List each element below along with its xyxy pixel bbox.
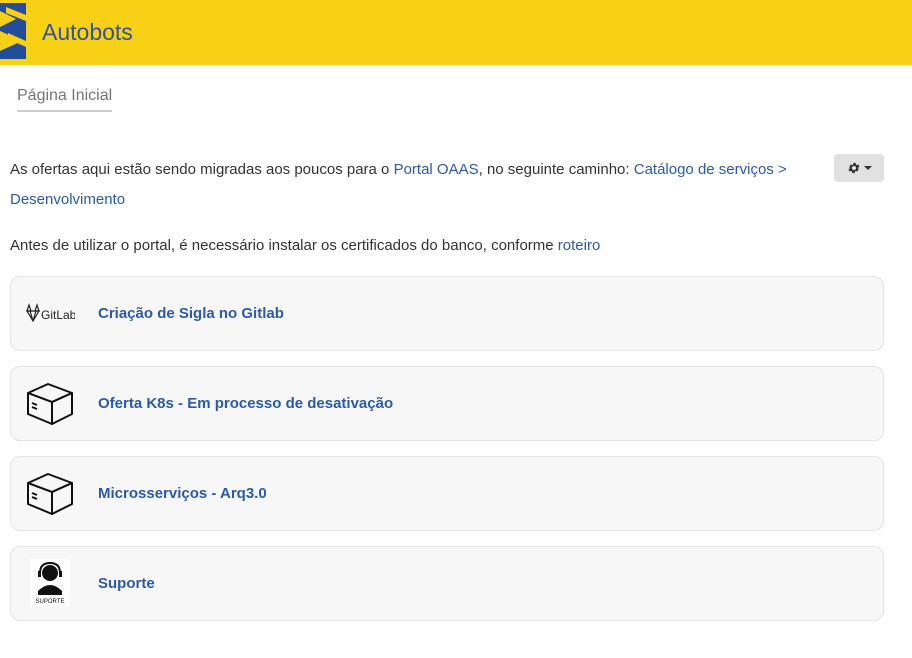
intro-text: As ofertas aqui estão sendo migradas aos… bbox=[10, 155, 810, 215]
offer-card-k8s[interactable]: Oferta K8s - Em processo de desativação bbox=[10, 366, 884, 441]
box-icon bbox=[25, 382, 75, 426]
offer-card-gitlab[interactable]: GitLab Criação de Sigla no Gitlab bbox=[10, 276, 884, 351]
certificate-notice-text: Antes de utilizar o portal, é necessário… bbox=[10, 237, 558, 254]
top-bar: Autobots bbox=[0, 0, 912, 65]
gitlab-logo-icon: GitLab bbox=[25, 292, 75, 336]
settings-dropdown-button[interactable] bbox=[834, 154, 884, 182]
box-icon bbox=[25, 472, 75, 516]
offer-title-suporte[interactable]: Suporte bbox=[98, 575, 155, 593]
offer-card-suporte[interactable]: SUPORTE Suporte bbox=[10, 546, 884, 621]
gitlab-logo-text: GitLab bbox=[41, 308, 75, 322]
gear-icon bbox=[847, 162, 860, 174]
roteiro-link[interactable]: roteiro bbox=[558, 237, 601, 254]
app-title[interactable]: Autobots bbox=[42, 19, 133, 46]
offer-card-microsservicos[interactable]: Microsserviços - Arq3.0 bbox=[10, 456, 884, 531]
portal-oaas-link[interactable]: Portal OAAS bbox=[394, 161, 479, 178]
offer-title-k8s[interactable]: Oferta K8s - Em processo de desativação bbox=[98, 395, 393, 413]
certificate-notice: Antes de utilizar o portal, é necessário… bbox=[10, 231, 830, 261]
support-agent-icon: SUPORTE bbox=[25, 559, 75, 607]
chevron-down-icon bbox=[863, 166, 872, 170]
banco-logo-icon[interactable] bbox=[0, 3, 26, 59]
intro-text-middle: , no seguinte caminho: bbox=[478, 161, 634, 178]
breadcrumb-home[interactable]: Página Inicial bbox=[17, 86, 113, 112]
support-icon-text: SUPORTE bbox=[36, 599, 65, 605]
intro-text-before: As ofertas aqui estão sendo migradas aos… bbox=[10, 161, 394, 178]
offer-title-microsservicos[interactable]: Microsserviços - Arq3.0 bbox=[98, 485, 267, 503]
offer-title-gitlab[interactable]: Criação de Sigla no Gitlab bbox=[98, 305, 284, 323]
